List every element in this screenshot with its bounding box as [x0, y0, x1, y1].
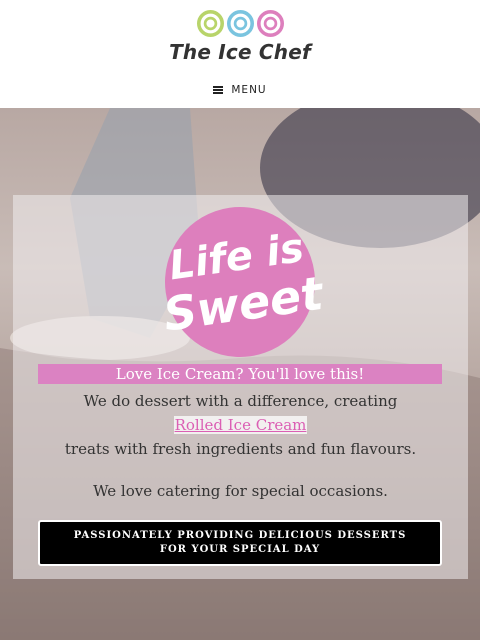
swirl-logo-icon [0, 10, 480, 40]
hamburger-icon [213, 86, 224, 94]
blue-swirl-icon [226, 10, 254, 37]
menu-button[interactable]: MENU [0, 84, 480, 96]
hero-text-line-4: We love catering for special occasions. [93, 482, 388, 500]
brand-name: The Ice Chef [169, 40, 311, 64]
hero-link-line: Rolled Ice Cream [13, 416, 468, 434]
site-header: The Ice Chef MENU [0, 0, 480, 108]
site-logo[interactable]: The Ice Chef [0, 10, 480, 64]
hero-tagline: Love Ice Cream? You'll love this! [38, 364, 442, 384]
cta-button[interactable]: PASSIONATELY PROVIDING DELICIOUS DESSERT… [38, 520, 442, 566]
rolled-ice-cream-link[interactable]: Rolled Ice Cream [173, 416, 308, 434]
hero-section: Life is Sweet Love Ice Cream? You'll lov… [0, 108, 480, 640]
hero-text-line-1: We do dessert with a difference, creatin… [83, 392, 398, 410]
green-swirl-icon [196, 10, 224, 37]
pink-swirl-icon [256, 10, 284, 37]
menu-label: MENU [231, 84, 267, 96]
hero-text-line-3: treats with fresh ingredients and fun fl… [64, 440, 417, 458]
